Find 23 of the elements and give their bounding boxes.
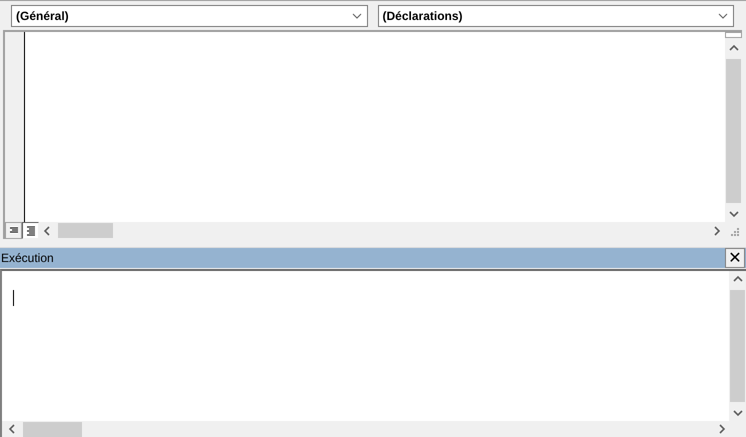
scroll-thumb[interactable] <box>23 422 82 436</box>
module-view-button[interactable] <box>22 222 39 239</box>
chevron-down-icon[interactable] <box>718 13 728 19</box>
chevron-down-icon[interactable] <box>352 13 362 19</box>
text-lines-icon[interactable] <box>25 224 36 236</box>
scroll-right-icon[interactable] <box>718 424 726 434</box>
scroll-thumb[interactable] <box>58 223 113 238</box>
procedure-view-button[interactable] <box>5 222 22 239</box>
scroll-up-icon[interactable] <box>728 44 738 52</box>
dropdown[interactable]: (Général) <box>11 5 368 27</box>
pane-title: Exécution <box>0 251 54 265</box>
scroll-thumb[interactable] <box>730 290 745 402</box>
scroll-thumb[interactable] <box>726 59 741 203</box>
scroll-left-icon[interactable] <box>8 424 16 434</box>
scroll-up-icon[interactable] <box>732 275 742 283</box>
dropdown[interactable]: (Déclarations) <box>378 5 734 27</box>
scroll-left-icon[interactable] <box>43 226 51 236</box>
scroll-down-icon[interactable] <box>732 409 742 417</box>
text-cursor <box>13 290 14 306</box>
split-handle[interactable] <box>725 32 742 38</box>
scroll-right-icon[interactable] <box>713 226 721 236</box>
scroll-down-icon[interactable] <box>728 210 738 218</box>
close-button[interactable]: ✕ <box>725 248 745 268</box>
